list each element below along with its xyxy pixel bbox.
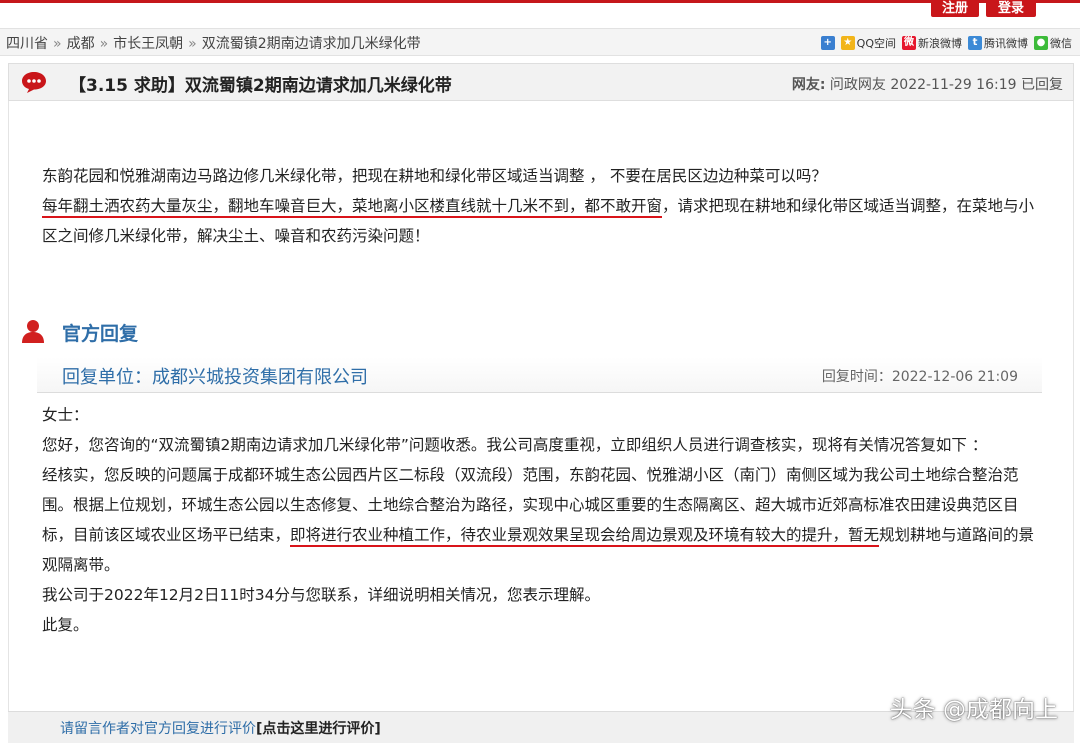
reply-highlight: 即将进行农业种植工作，待农业景观效果呈现会给周边景观及环境有较大的提升，暂无 <box>290 526 880 547</box>
share-bar: + ★ QQ空间 微 新浪微博 t 腾讯微博 ● 微信 <box>820 35 1072 51</box>
breadcrumb-bar: 四川省» 成都» 市长王凤朝» 双流蜀镇2期南边请求加几米绿化带 + ★ QQ空间 微… <box>0 28 1080 56</box>
post-author[interactable]: 问政网友 <box>830 77 886 93</box>
top-red-line <box>0 0 1080 3</box>
qzone-icon: ★ <box>840 36 855 50</box>
post-meta-label: 网友: <box>791 77 826 93</box>
reply-time-label: 回复时间： <box>821 369 892 385</box>
share-qzone[interactable]: ★ QQ空间 <box>840 35 896 51</box>
reply-text: 女士： 您好，您咨询的“双流蜀镇2期南边请求加几米绿化带”问题收悉。我公司高度重… <box>42 400 1047 640</box>
reply-closing: 此复。 <box>42 616 89 634</box>
evaluation-link[interactable]: [点击这里进行评价] <box>256 721 381 737</box>
reply-paragraph-2: 经核实，您反映的问题属于成都环城生态公园西片区二标段（双流段）范围，东韵花园、悦… <box>42 460 1047 580</box>
breadcrumb-separator: » <box>188 36 197 52</box>
post-title: 【3.15 求助】双流蜀镇2期南边请求加几米绿化带 <box>69 76 452 96</box>
reply-time-value: 2022-12-06 21:09 <box>891 369 1018 385</box>
breadcrumb-mayor[interactable]: 市长王凤朝 <box>113 36 183 52</box>
breadcrumb: 四川省» 成都» 市长王凤朝» 双流蜀镇2期南边请求加几米绿化带 <box>6 33 421 53</box>
question-text: 东韵花园和悦雅湖南边马路边修几米绿化带，把现在耕地和绿化带区域适当调整 ， 不要… <box>42 161 1047 251</box>
tencent-weibo-icon: t <box>968 36 982 50</box>
reply-unit-name[interactable]: 成都兴城投资集团有限公司 <box>152 367 368 388</box>
reply-salutation: 女士： <box>42 406 89 424</box>
reply-time: 回复时间：2022-12-06 21:09 <box>822 366 1018 386</box>
share-more[interactable]: + <box>820 36 835 50</box>
register-button[interactable]: 注册 <box>931 0 979 17</box>
share-weibo-label: 新浪微博 <box>918 37 962 50</box>
share-wechat[interactable]: ● 微信 <box>1034 35 1072 51</box>
speech-bubble-icon <box>21 71 47 97</box>
weibo-icon: 微 <box>902 36 916 50</box>
breadcrumb-separator: » <box>53 36 62 52</box>
share-tencent-weibo[interactable]: t 腾讯微博 <box>968 35 1028 51</box>
post-datetime: 2022-11-29 16:19 <box>890 77 1017 93</box>
question-highlight: 每年翻土洒农药大量灰尘，翻地车噪音巨大，菜地离小区楼直线就十几米不到，都不敢开窗 <box>42 197 663 218</box>
reply-unit: 回复单位：成都兴城投资集团有限公司 <box>62 363 368 389</box>
share-qzone-label: QQ空间 <box>856 37 896 50</box>
breadcrumb-city[interactable]: 成都 <box>67 36 95 52</box>
post-status: 已回复 <box>1021 77 1063 93</box>
post-title-bar: 【3.15 求助】双流蜀镇2期南边请求加几米绿化带 网友: 问政网友 2022-… <box>8 63 1074 101</box>
person-icon <box>20 318 46 348</box>
wechat-icon: ● <box>1034 36 1048 50</box>
watermark: 头条 @成都向上 <box>889 697 1058 723</box>
question-line-2: 每年翻土洒农药大量灰尘，翻地车噪音巨大，菜地离小区楼直线就十几米不到，都不敢开窗… <box>42 191 1047 251</box>
share-wechat-label: 微信 <box>1050 37 1072 50</box>
reply-paragraph-1: 您好，您咨询的“双流蜀镇2期南边请求加几米绿化带”问题收悉。我公司高度重视，立即… <box>42 436 988 454</box>
top-bar: 注册 登录 <box>0 0 1080 22</box>
evaluation-prompt: 请留言作者对官方回复进行评价[点击这里进行评价] <box>60 718 381 738</box>
share-tencent-weibo-label: 腾讯微博 <box>984 37 1028 50</box>
post-meta: 网友: 问政网友 2022-11-29 16:19 已回复 <box>792 74 1063 94</box>
evaluation-prompt-text: 请留言作者对官方回复进行评价 <box>60 721 256 737</box>
breadcrumb-province[interactable]: 四川省 <box>6 36 48 52</box>
question-line-1: 东韵花园和悦雅湖南边马路边修几米绿化带，把现在耕地和绿化带区域适当调整 ， 不要… <box>42 167 827 185</box>
reply-paragraph-3: 我公司于2022年12月2日11时34分与您联系，详细说明相关情况，您表示理解。 <box>42 586 600 604</box>
breadcrumb-separator: » <box>99 36 109 52</box>
breadcrumb-current: 双流蜀镇2期南边请求加几米绿化带 <box>201 36 421 52</box>
plus-icon: + <box>820 36 835 50</box>
share-weibo[interactable]: 微 新浪微博 <box>902 35 962 51</box>
reply-unit-label: 回复单位： <box>62 367 152 388</box>
login-button[interactable]: 登录 <box>986 0 1036 17</box>
official-reply-title: 官方回复 <box>62 323 139 345</box>
reply-header: 回复单位：成都兴城投资集团有限公司 回复时间：2022-12-06 21:09 <box>37 357 1042 393</box>
